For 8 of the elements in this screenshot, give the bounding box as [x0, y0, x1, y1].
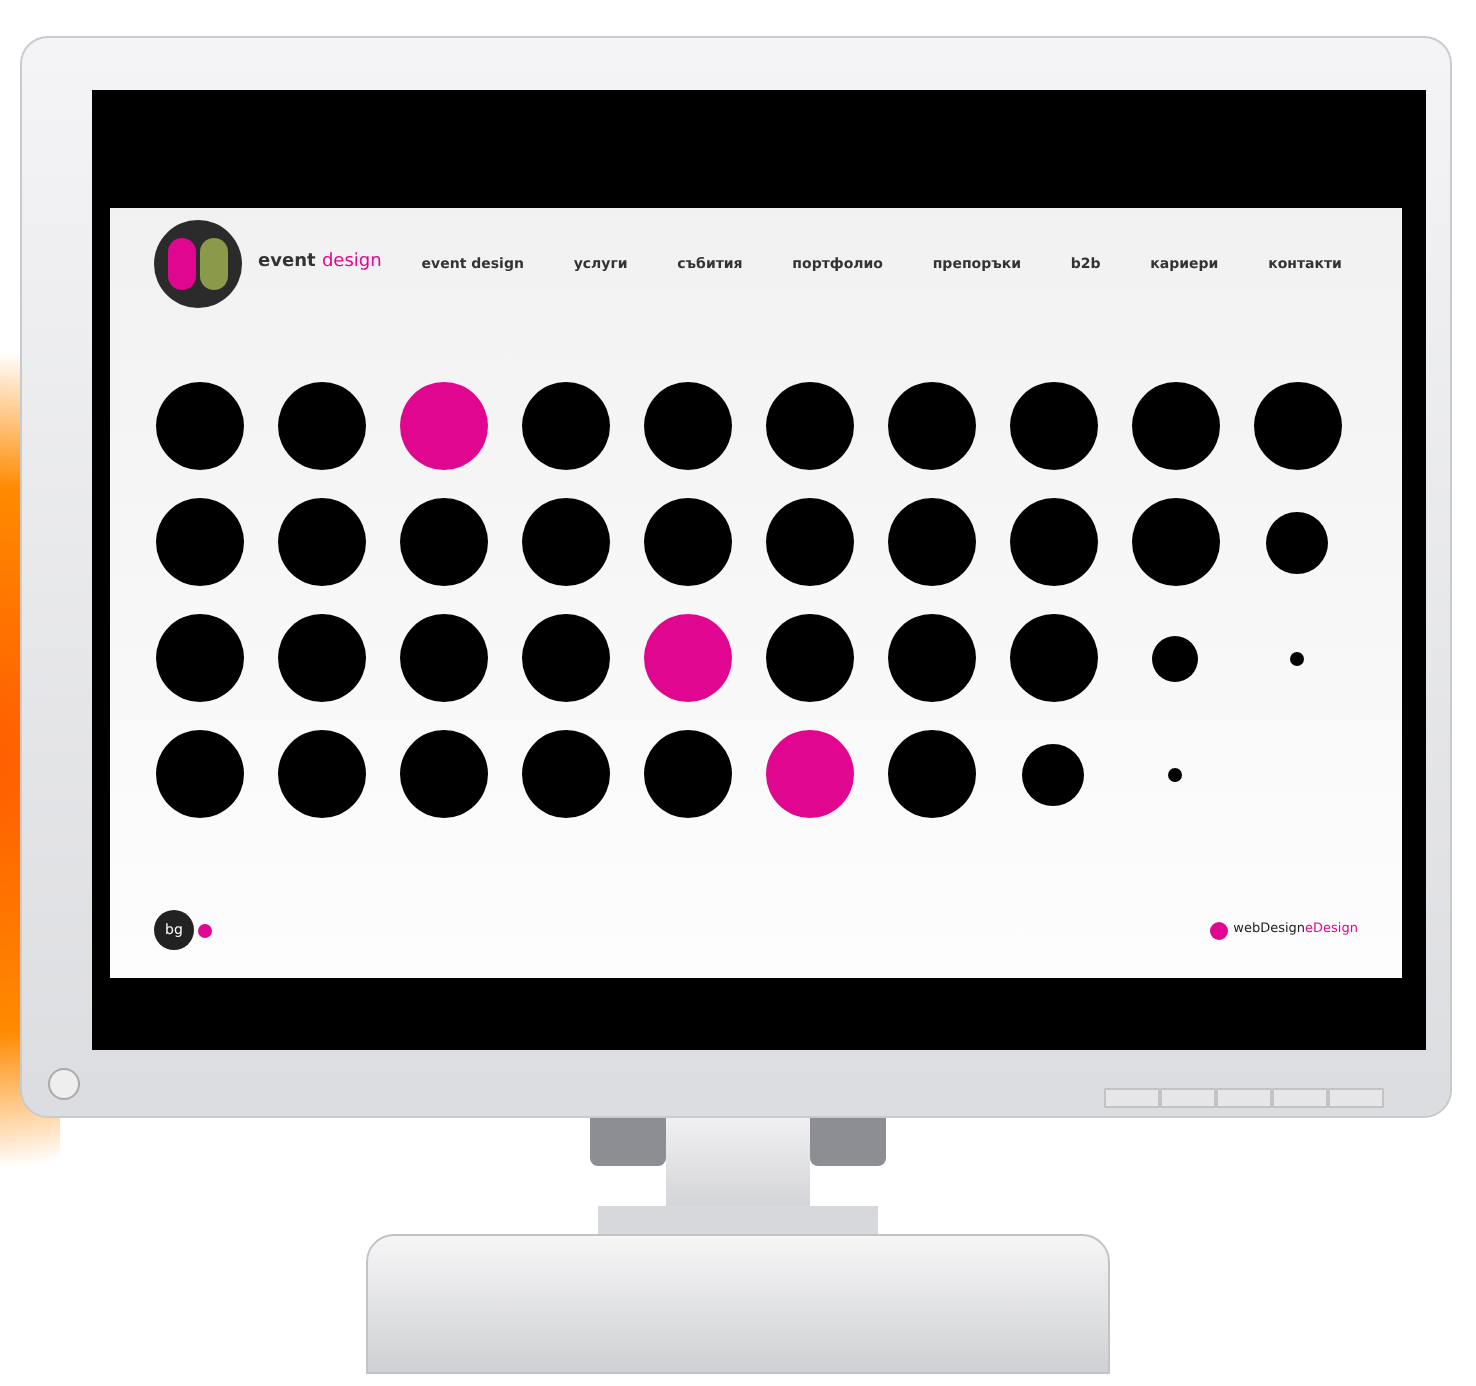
logo-icon: [154, 220, 242, 308]
monitor-control-icon[interactable]: [1328, 1087, 1384, 1107]
monitor-control-icon[interactable]: [1216, 1087, 1272, 1107]
monitor-control-icon[interactable]: [1104, 1087, 1160, 1107]
power-icon[interactable]: [48, 1067, 80, 1099]
monitor-control-icon[interactable]: [1272, 1087, 1328, 1107]
monitor-control-icon[interactable]: [1160, 1087, 1216, 1107]
brand-name[interactable]: event design: [258, 250, 382, 278]
